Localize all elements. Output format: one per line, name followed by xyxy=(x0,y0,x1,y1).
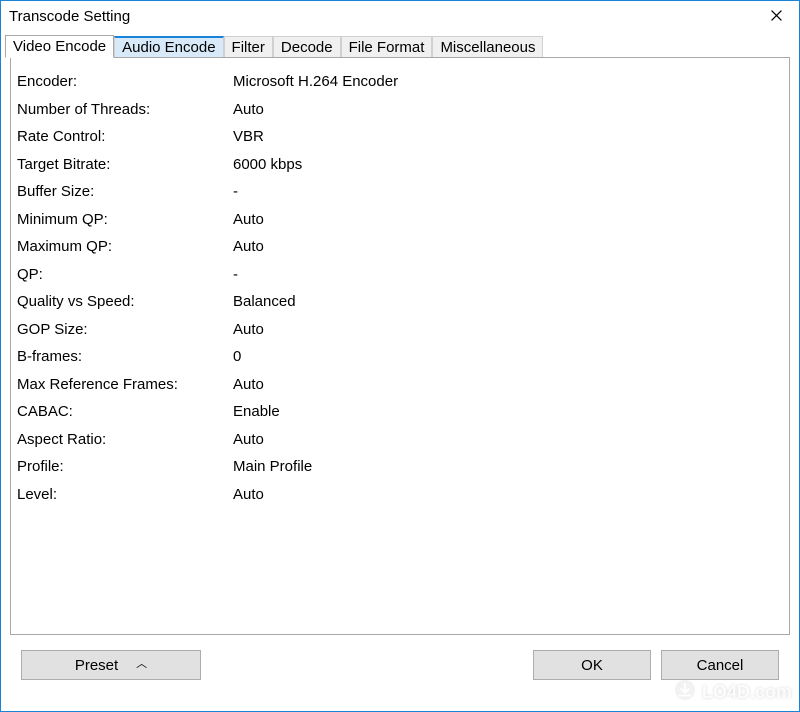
setting-row: Quality vs Speed:Balanced xyxy=(17,288,783,316)
setting-label: QP: xyxy=(17,261,233,289)
setting-value[interactable]: Auto xyxy=(233,233,783,261)
setting-label: Aspect Ratio: xyxy=(17,426,233,454)
tab-label: File Format xyxy=(349,39,425,56)
setting-label: Target Bitrate: xyxy=(17,151,233,179)
tab-file-format[interactable]: File Format xyxy=(341,36,433,58)
tab-video-encode[interactable]: Video Encode xyxy=(5,35,114,58)
setting-row: Level:Auto xyxy=(17,481,783,509)
footer: Preset ︿ OK Cancel xyxy=(1,635,799,695)
setting-value[interactable]: VBR xyxy=(233,123,783,151)
preset-button[interactable]: Preset ︿ xyxy=(21,650,201,680)
setting-label: CABAC: xyxy=(17,398,233,426)
setting-row: Profile:Main Profile xyxy=(17,453,783,481)
setting-row: Rate Control:VBR xyxy=(17,123,783,151)
tab-miscellaneous[interactable]: Miscellaneous xyxy=(432,36,543,58)
setting-label: GOP Size: xyxy=(17,316,233,344)
ok-button-label: OK xyxy=(581,657,603,674)
setting-label: Max Reference Frames: xyxy=(17,371,233,399)
preset-button-label: Preset xyxy=(75,657,118,674)
titlebar: Transcode Setting xyxy=(1,1,799,31)
setting-value[interactable]: Auto xyxy=(233,316,783,344)
cancel-button-label: Cancel xyxy=(697,657,744,674)
setting-label: Minimum QP: xyxy=(17,206,233,234)
cancel-button[interactable]: Cancel xyxy=(661,650,779,680)
setting-label: Profile: xyxy=(17,453,233,481)
settings-table: Encoder:Microsoft H.264 Encoder Number o… xyxy=(17,68,783,508)
close-icon xyxy=(771,8,782,25)
tab-bar: Video Encode Audio Encode Filter Decode … xyxy=(1,31,799,57)
setting-value[interactable]: Auto xyxy=(233,96,783,124)
setting-value[interactable]: Microsoft H.264 Encoder xyxy=(233,68,783,96)
setting-row: Number of Threads:Auto xyxy=(17,96,783,124)
setting-row: QP:- xyxy=(17,261,783,289)
setting-row: CABAC:Enable xyxy=(17,398,783,426)
setting-row: Encoder:Microsoft H.264 Encoder xyxy=(17,68,783,96)
setting-value[interactable]: Auto xyxy=(233,371,783,399)
setting-label: Level: xyxy=(17,481,233,509)
settings-panel: Encoder:Microsoft H.264 Encoder Number o… xyxy=(10,57,790,635)
tab-label: Decode xyxy=(281,39,333,56)
setting-row: Aspect Ratio:Auto xyxy=(17,426,783,454)
tab-filter[interactable]: Filter xyxy=(224,36,273,58)
tab-label: Filter xyxy=(232,39,265,56)
setting-value[interactable]: - xyxy=(233,178,783,206)
setting-row: B-frames:0 xyxy=(17,343,783,371)
setting-value[interactable]: Balanced xyxy=(233,288,783,316)
setting-value[interactable]: 0 xyxy=(233,343,783,371)
setting-value[interactable]: Auto xyxy=(233,206,783,234)
setting-label: Quality vs Speed: xyxy=(17,288,233,316)
setting-row: GOP Size:Auto xyxy=(17,316,783,344)
setting-row: Target Bitrate:6000 kbps xyxy=(17,151,783,179)
window-title: Transcode Setting xyxy=(9,8,130,25)
setting-value[interactable]: 6000 kbps xyxy=(233,151,783,179)
setting-value[interactable]: Auto xyxy=(233,481,783,509)
setting-value[interactable]: - xyxy=(233,261,783,289)
setting-value[interactable]: Main Profile xyxy=(233,453,783,481)
setting-row: Buffer Size:- xyxy=(17,178,783,206)
close-button[interactable] xyxy=(753,1,799,31)
setting-value[interactable]: Enable xyxy=(233,398,783,426)
tab-decode[interactable]: Decode xyxy=(273,36,341,58)
setting-label: Buffer Size: xyxy=(17,178,233,206)
ok-button[interactable]: OK xyxy=(533,650,651,680)
setting-label: Encoder: xyxy=(17,68,233,96)
tab-label: Miscellaneous xyxy=(440,39,535,56)
setting-row: Maximum QP:Auto xyxy=(17,233,783,261)
chevron-up-icon: ︿ xyxy=(136,659,147,670)
setting-label: Maximum QP: xyxy=(17,233,233,261)
setting-row: Minimum QP:Auto xyxy=(17,206,783,234)
setting-label: B-frames: xyxy=(17,343,233,371)
setting-label: Number of Threads: xyxy=(17,96,233,124)
tab-audio-encode[interactable]: Audio Encode xyxy=(114,36,223,58)
tab-label: Audio Encode xyxy=(122,39,215,56)
setting-label: Rate Control: xyxy=(17,123,233,151)
setting-row: Max Reference Frames:Auto xyxy=(17,371,783,399)
window: Transcode Setting Video Encode Audio Enc… xyxy=(0,0,800,712)
tab-label: Video Encode xyxy=(13,38,106,55)
setting-value[interactable]: Auto xyxy=(233,426,783,454)
